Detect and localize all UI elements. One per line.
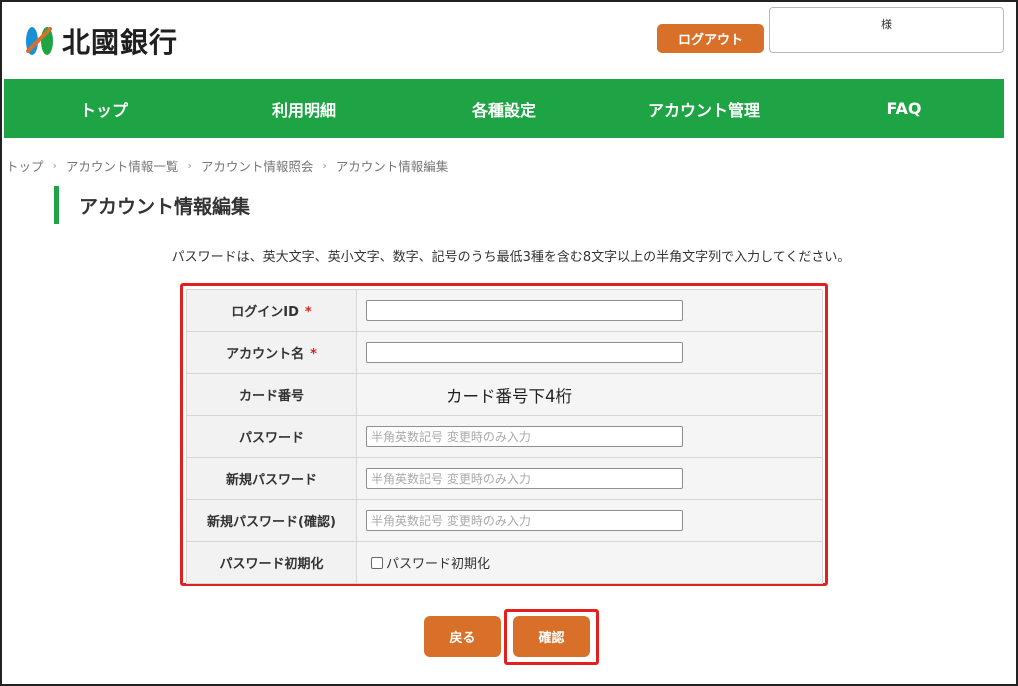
password-input[interactable] <box>366 426 683 448</box>
login-id-label-text: ログインID <box>231 305 299 320</box>
form-row-new-password: 新規パスワード <box>186 457 823 500</box>
password-reset-checkbox[interactable] <box>371 556 383 569</box>
password-notice: パスワードは、英大文字、英小文字、数字、記号のうち最低3種を含む8文字以上の半角… <box>171 250 851 265</box>
form-row-account-name: アカウント名 * <box>186 331 823 374</box>
new-password-confirm-label: 新規パスワード(確認) <box>186 499 357 542</box>
bank-logo[interactable]: 北國銀行 <box>22 22 178 60</box>
nav-item-settings[interactable]: 各種設定 <box>404 79 604 138</box>
password-reset-option[interactable]: パスワード初期化 <box>366 553 822 572</box>
account-name-cell <box>356 331 823 374</box>
bank-logo-icon <box>26 27 53 55</box>
new-password-cell <box>356 457 823 500</box>
new-password-confirm-input[interactable] <box>366 510 683 532</box>
breadcrumb-account-edit: アカウント情報編集 <box>335 159 449 174</box>
breadcrumb-separator-icon: › <box>322 159 327 172</box>
password-label: パスワード <box>186 415 357 458</box>
nav-item-usage-details[interactable]: 利用明細 <box>204 79 404 138</box>
form-row-new-password-confirm: 新規パスワード(確認) <box>186 499 823 542</box>
nav-item-faq[interactable]: FAQ <box>804 79 1004 138</box>
password-reset-cell: パスワード初期化 <box>356 541 823 584</box>
page-title: アカウント情報編集 <box>54 186 250 224</box>
confirm-button[interactable]: 確認 <box>513 616 590 657</box>
account-name-label-text: アカウント名 <box>226 347 305 362</box>
breadcrumb-top[interactable]: トップ <box>6 156 44 175</box>
main-nav: トップ 利用明細 各種設定 アカウント管理 FAQ <box>4 79 1004 138</box>
bank-name: 北國銀行 <box>62 26 179 59</box>
breadcrumb-account-inquiry[interactable]: アカウント情報照会 <box>201 156 314 175</box>
login-id-input[interactable] <box>366 300 683 322</box>
breadcrumb-separator-icon: › <box>52 159 57 172</box>
user-name-box: 様 <box>769 7 1004 53</box>
breadcrumb-separator-icon: › <box>187 159 192 172</box>
nav-item-account-management[interactable]: アカウント管理 <box>604 79 804 138</box>
card-number-value: カード番号下4桁 <box>446 386 572 406</box>
password-cell <box>356 415 823 458</box>
account-name-label: アカウント名 * <box>186 331 357 374</box>
user-suffix: 様 <box>881 18 892 31</box>
form-row-card-number: カード番号 カード番号下4桁 <box>186 373 823 416</box>
form-table: ログインID * アカウント名 * カード番号 カード番号下4桁 パスワード 新規パ… <box>186 289 823 584</box>
required-mark: * <box>310 347 317 362</box>
password-reset-checkbox-label: パスワード初期化 <box>386 557 491 572</box>
new-password-confirm-cell <box>356 499 823 542</box>
breadcrumb: トップ › アカウント情報一覧 › アカウント情報照会 › アカウント情報編集 <box>6 156 448 175</box>
required-mark: * <box>304 305 312 320</box>
nav-item-top[interactable]: トップ <box>4 79 204 138</box>
form-row-login-id: ログインID * <box>186 289 823 332</box>
login-id-label: ログインID * <box>186 289 357 332</box>
card-number-cell: カード番号下4桁 <box>356 373 823 416</box>
breadcrumb-account-list[interactable]: アカウント情報一覧 <box>66 156 179 175</box>
form-row-password: パスワード <box>186 415 823 458</box>
login-id-cell <box>356 289 823 332</box>
account-name-input[interactable] <box>366 342 683 364</box>
password-reset-label: パスワード初期化 <box>186 541 357 584</box>
account-edit-form: ログインID * アカウント名 * カード番号 カード番号下4桁 パスワード 新規パ… <box>180 283 828 586</box>
form-row-password-reset: パスワード初期化 パスワード初期化 <box>186 541 823 584</box>
new-password-input[interactable] <box>366 468 683 490</box>
card-number-label: カード番号 <box>186 373 357 416</box>
new-password-label: 新規パスワード <box>186 457 357 500</box>
back-button[interactable]: 戻る <box>424 616 501 657</box>
logout-button[interactable]: ログアウト <box>657 24 764 53</box>
